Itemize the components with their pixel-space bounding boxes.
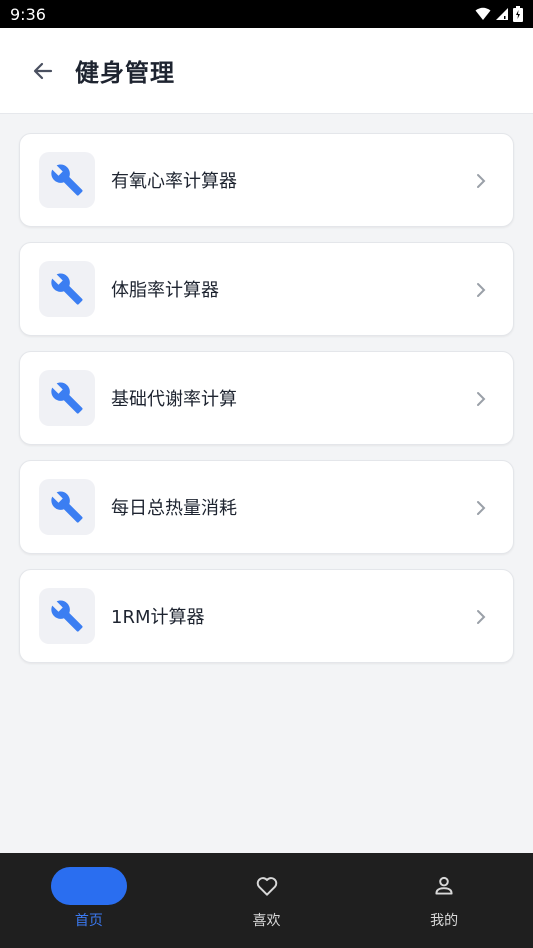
wrench-icon xyxy=(51,600,83,632)
heart-icon xyxy=(256,877,277,896)
tool-label: 体脂率计算器 xyxy=(111,280,219,301)
tool-card-bmr[interactable]: 基础代谢率计算 xyxy=(19,351,514,445)
tool-icon-box xyxy=(39,588,95,644)
chevron-right-icon xyxy=(477,283,486,297)
wrench-icon xyxy=(51,273,83,305)
nav-label: 首页 xyxy=(74,913,103,929)
tool-label: 有氧心率计算器 xyxy=(111,171,237,192)
back-button[interactable] xyxy=(27,55,59,87)
tool-card-tdee[interactable]: 每日总热量消耗 xyxy=(19,460,514,554)
tool-label: 1RM计算器 xyxy=(111,607,205,628)
wrench-icon xyxy=(51,491,83,523)
nav-item-home[interactable]: 首页 xyxy=(0,853,178,948)
app-bar: 健身管理 xyxy=(0,28,533,114)
tool-label: 每日总热量消耗 xyxy=(111,498,237,519)
wrench-icon xyxy=(51,382,83,414)
home-icon xyxy=(80,877,98,895)
tool-card-body-fat[interactable]: 体脂率计算器 xyxy=(19,242,514,336)
chevron-right-icon xyxy=(477,392,486,406)
chevron-right-icon xyxy=(477,610,486,624)
battery-icon xyxy=(513,6,523,22)
tool-icon-box xyxy=(39,479,95,535)
tool-icon-box xyxy=(39,370,95,426)
nav-label: 我的 xyxy=(430,913,459,929)
nav-item-profile[interactable]: 我的 xyxy=(355,853,533,948)
nav-label: 喜欢 xyxy=(252,913,281,929)
tool-label: 基础代谢率计算 xyxy=(111,389,237,410)
tool-list: 有氧心率计算器 体脂率计算器 基础代谢率计算 每日总热量消耗 1RM计算器 xyxy=(19,133,514,678)
wrench-icon xyxy=(51,164,83,196)
tool-icon-box xyxy=(39,261,95,317)
chevron-right-icon xyxy=(477,501,486,515)
arrow-left-icon xyxy=(33,62,53,79)
tool-card-1rm[interactable]: 1RM计算器 xyxy=(19,569,514,663)
status-time: 9:36 xyxy=(10,4,46,24)
tool-icon-box xyxy=(39,152,95,208)
signal-icon xyxy=(496,8,508,20)
status-bar: 9:36 xyxy=(0,0,533,28)
bottom-nav: 首页 喜欢 我的 xyxy=(0,853,533,948)
nav-item-favorites[interactable]: 喜欢 xyxy=(178,853,356,948)
status-icons xyxy=(475,6,523,22)
page-title: 健身管理 xyxy=(75,59,175,87)
tool-card-aerobic-heart-rate[interactable]: 有氧心率计算器 xyxy=(19,133,514,227)
wifi-icon xyxy=(475,7,491,20)
person-icon xyxy=(435,876,453,895)
chevron-right-icon xyxy=(477,174,486,188)
